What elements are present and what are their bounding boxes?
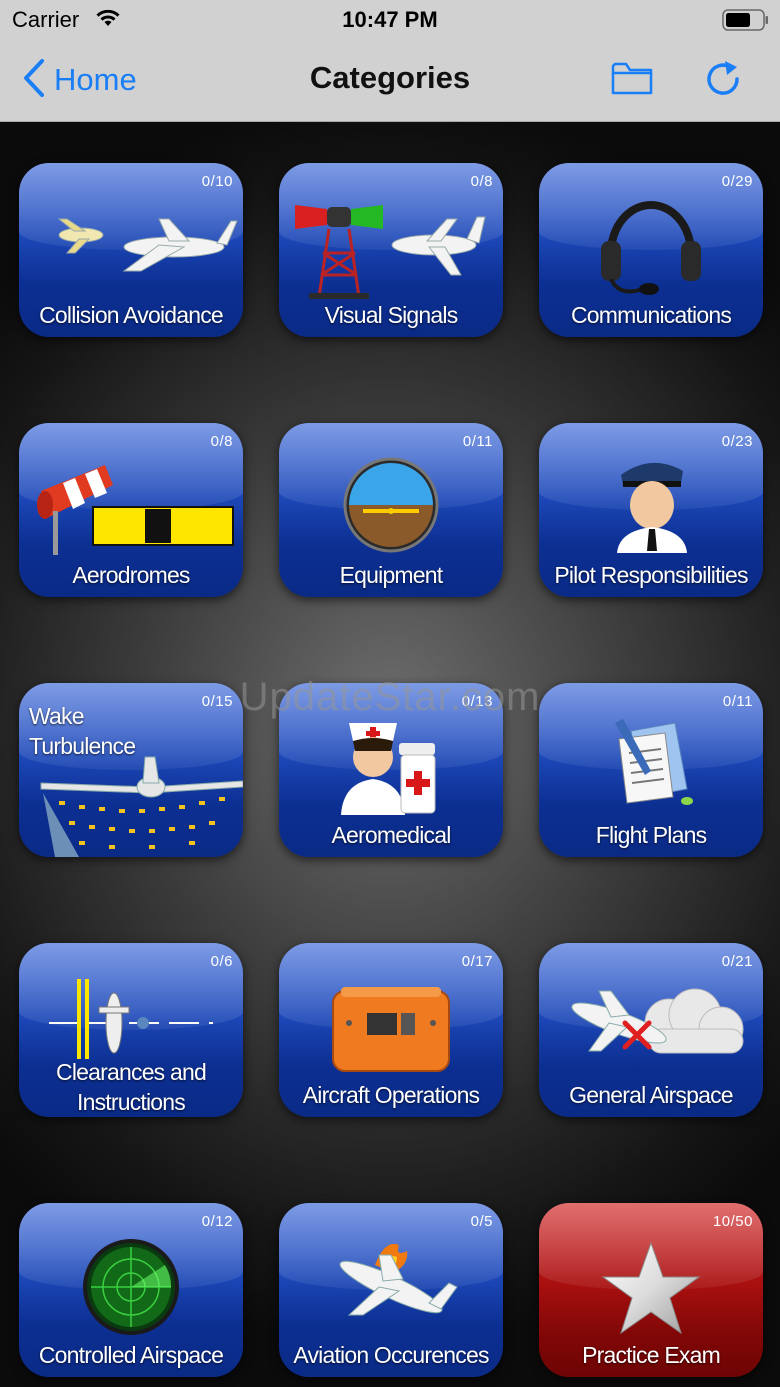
navigation-bar: Home Categories bbox=[0, 40, 780, 120]
progress-count: 0/12 bbox=[201, 1213, 233, 1230]
progress-count: 0/17 bbox=[461, 953, 493, 970]
category-grid: 0/10 Collision Avoidance 0/8 Visual Sign… bbox=[0, 121, 780, 1387]
top-bar: Carrier 10:47 PM Home Categories bbox=[0, 0, 780, 122]
category-label: Collision Avoidance bbox=[39, 302, 224, 328]
tile-aeromedical[interactable]: 0/13 Aeromedical bbox=[279, 683, 503, 857]
category-label: Aerodromes bbox=[72, 562, 190, 588]
progress-count: 0/13 bbox=[461, 693, 493, 710]
category-label: Aircraft Operations bbox=[302, 1082, 480, 1108]
progress-count: 0/8 bbox=[470, 173, 493, 190]
tile-practice-exam[interactable]: 10/50 Practice Exam bbox=[539, 1203, 763, 1377]
tile-equipment[interactable]: 0/11 Equipment bbox=[279, 423, 503, 597]
progress-count: 0/21 bbox=[721, 953, 753, 970]
category-label-line2: Turbulence bbox=[29, 733, 136, 759]
tile-flight-plans[interactable]: 0/11 Flight Plans bbox=[539, 683, 763, 857]
progress-count: 0/6 bbox=[210, 953, 233, 970]
tile-clearances-and-instructions[interactable]: 0/6 Clearances and Instructions bbox=[19, 943, 243, 1117]
category-label: Pilot Responsibilities bbox=[554, 562, 748, 588]
folder-icon bbox=[610, 62, 654, 102]
category-label-line1: Wake bbox=[29, 703, 85, 729]
tile-aircraft-operations[interactable]: 0/17 Aircraft Operations bbox=[279, 943, 503, 1117]
category-label: Equipment bbox=[339, 562, 444, 588]
progress-count: 0/5 bbox=[470, 1213, 493, 1230]
progress-count: 0/29 bbox=[721, 173, 753, 190]
tile-collision-avoidance[interactable]: 0/10 Collision Avoidance bbox=[19, 163, 243, 337]
tile-general-airspace[interactable]: 0/21 General Airspace bbox=[539, 943, 763, 1117]
category-label: Communications bbox=[570, 302, 732, 328]
tile-communications[interactable]: 0/29 Communications bbox=[539, 163, 763, 337]
category-label: Aeromedical bbox=[331, 822, 451, 848]
refresh-button[interactable] bbox=[704, 58, 746, 105]
refresh-icon bbox=[704, 61, 746, 104]
tile-pilot-responsibilities[interactable]: 0/23 Pilot Responsibilities bbox=[539, 423, 763, 597]
clock: 10:47 PM bbox=[342, 7, 438, 32]
tile-controlled-airspace[interactable]: 0/12 Controlled Airspace bbox=[19, 1203, 243, 1377]
progress-count: 0/15 bbox=[201, 693, 233, 710]
tile-visual-signals[interactable]: 0/8 Visual Signals bbox=[279, 163, 503, 337]
progress-count: 0/11 bbox=[722, 693, 753, 710]
progress-count: 0/11 bbox=[462, 433, 493, 450]
progress-count: 0/8 bbox=[210, 433, 233, 450]
battery-icon bbox=[722, 9, 770, 36]
category-label: Practice Exam bbox=[582, 1342, 721, 1368]
category-label: Clearances and Instructions bbox=[19, 1057, 243, 1117]
category-label: Aviation Occurences bbox=[293, 1342, 489, 1368]
progress-count: 10/50 bbox=[712, 1213, 753, 1230]
status-bar: Carrier 10:47 PM bbox=[0, 0, 780, 40]
category-label: General Airspace bbox=[569, 1082, 733, 1108]
progress-count: 0/23 bbox=[721, 433, 753, 450]
category-label: Wake Turbulence bbox=[29, 701, 136, 761]
category-label: Controlled Airspace bbox=[38, 1342, 224, 1368]
tile-wake-turbulence[interactable]: 0/15 Wake Turbulence bbox=[19, 683, 243, 857]
progress-count: 0/10 bbox=[201, 173, 233, 190]
page-title: Categories bbox=[309, 60, 471, 95]
tile-aviation-occurences[interactable]: 0/5 Aviation Occurences bbox=[279, 1203, 503, 1377]
tile-aerodromes[interactable]: 0/8 Aerodromes bbox=[19, 423, 243, 597]
category-label-line2: Instructions bbox=[76, 1089, 186, 1115]
category-label-line1: Clearances and bbox=[56, 1059, 207, 1085]
folder-button[interactable] bbox=[610, 58, 654, 103]
category-label: Visual Signals bbox=[324, 302, 459, 328]
category-label: Flight Plans bbox=[595, 822, 707, 848]
